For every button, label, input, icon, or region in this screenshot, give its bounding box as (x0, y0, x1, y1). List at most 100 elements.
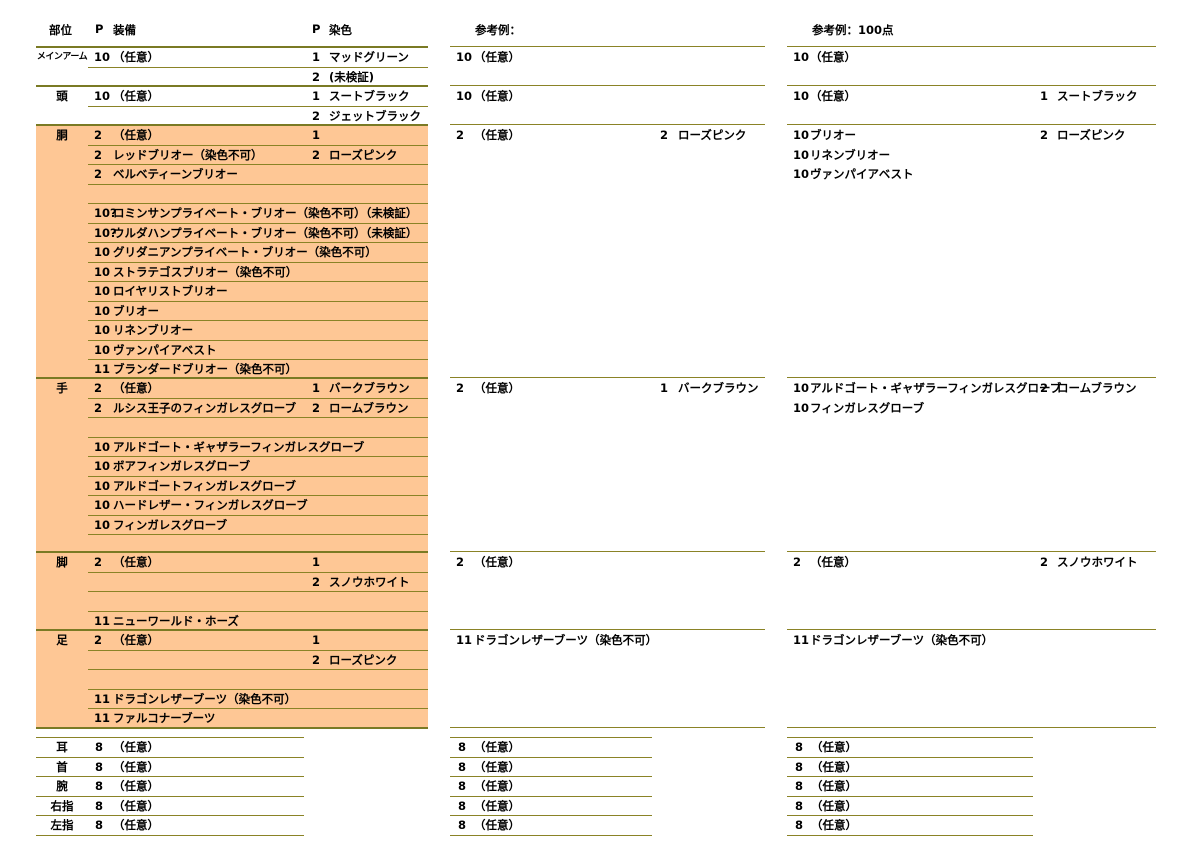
dye-name: マッドグリーン (329, 50, 409, 64)
ref2-equip: （任意） (810, 50, 856, 64)
ref2-divider (787, 46, 1156, 47)
slot-label: 足 (56, 633, 68, 647)
equip-name: （任意） (113, 128, 159, 142)
equip-name: アルドゴートフィンガレスグローブ (113, 478, 296, 493)
dye-name: スートブラック (329, 89, 410, 103)
equip-name: ニューワールド・ホーズ (113, 613, 239, 628)
ref1-dye-points: 2 (660, 128, 669, 142)
row-line (88, 66, 428, 68)
slot-label: メインアーム (36, 52, 88, 62)
equip-points: 2 (94, 633, 103, 647)
acc-points: 8 (95, 740, 104, 754)
ref1-equip: ドラゴンレザーブーツ（染色不可） (474, 633, 658, 647)
row-line (88, 571, 428, 573)
ref1-equip: （任意） (474, 50, 520, 64)
ref1-equip: （任意） (474, 89, 520, 103)
row-line (88, 261, 428, 263)
equip-points: 10 (94, 303, 111, 318)
slot-label: 脚 (56, 555, 68, 569)
equip-points: 2 (94, 128, 103, 142)
equip-name: ブリオー (113, 303, 159, 318)
ref1-dye: バークブラウン (678, 381, 759, 395)
ref1-divider (450, 551, 765, 552)
ref1-acc-equip: （任意） (474, 818, 520, 832)
ref2-points: 10 (793, 50, 810, 64)
dye-name: ロームブラウン (329, 400, 409, 415)
ref2-acc-equip: （任意） (811, 759, 857, 774)
equip-name: ストラテゴスブリオー（染色不可） (113, 264, 298, 279)
ref2-acc-points: 8 (795, 779, 804, 793)
dye-points: 2 (312, 108, 321, 123)
section-divider (36, 85, 428, 87)
ref2-acc-equip: （任意） (811, 798, 857, 813)
acc-slot-label: 耳 (56, 740, 68, 754)
ref1-acc-points: 8 (458, 740, 467, 754)
equip-name: （任意） (113, 50, 159, 64)
equip-points: 10 (94, 498, 111, 512)
section-divider (36, 124, 428, 126)
equip-points: 2 (94, 167, 103, 181)
dye-points: 1 (312, 381, 321, 395)
ref1-acc-equip: （任意） (474, 759, 520, 774)
ref1-equip: （任意） (474, 381, 520, 395)
ref1-points: 2 (456, 381, 465, 395)
ref1-equip: （任意） (474, 128, 520, 142)
equip-name: ベルベティーンブリオー (113, 167, 238, 181)
header-ref1: 参考例： (475, 23, 521, 37)
section-divider (36, 727, 428, 729)
equip-points: 10 (94, 50, 111, 64)
ref2-dye-points: 2 (1040, 381, 1049, 395)
acc-line (36, 795, 304, 797)
equip-name: ロミンサンプライベート・ブリオー（染色不可）（未検証） (113, 206, 418, 220)
equip-name: ボアフィンガレスグローブ (113, 459, 251, 473)
acc-equip: （任意） (113, 779, 159, 793)
section-divider (36, 46, 428, 48)
dye-points: 2 (312, 652, 321, 667)
ref2-dye-points: 1 (1040, 89, 1049, 103)
ref1-equip: （任意） (474, 555, 520, 569)
ref2-acc-points: 8 (795, 740, 804, 754)
ref1-dye-points: 1 (660, 381, 669, 395)
ref2-acc-points: 8 (795, 818, 804, 832)
ref2-divider (787, 629, 1156, 630)
acc-slot-label: 腕 (56, 779, 68, 793)
slot-label: 手 (56, 381, 68, 395)
ref1-dye: ローズピンク (678, 128, 747, 142)
ref2-equip: リネンブリオー (810, 147, 891, 162)
ref2-acc-line (787, 795, 1033, 797)
ref2-dye-points: 2 (1040, 128, 1049, 142)
ref2-divider (787, 124, 1156, 125)
equip-name: グリダニアンプライベート・ブリオー（染色不可） (113, 245, 377, 259)
ref2-dye: スートブラック (1057, 89, 1138, 103)
ref2-dye: スノウホワイト (1057, 555, 1138, 569)
acc-slot-label: 左指 (50, 818, 74, 832)
acc-points: 8 (95, 798, 104, 813)
row-line (88, 144, 428, 146)
ref1-points: 2 (456, 555, 465, 569)
acc-line (36, 737, 304, 738)
row-line (88, 359, 428, 360)
ref1-acc-line (450, 737, 652, 738)
dye-points: 2 (312, 400, 321, 415)
equip-name: リネンブリオー (113, 323, 194, 337)
ref2-acc-points: 8 (795, 759, 804, 774)
ref2-acc-line (787, 776, 1033, 777)
ref2-points: 10 (793, 147, 810, 162)
equip-points: 10 (94, 264, 111, 279)
ref2-points: 10 (793, 167, 810, 181)
header-ref2: 参考例：100点 (812, 23, 894, 37)
ref1-acc-equip: （任意） (474, 779, 520, 793)
ref1-acc-line (450, 815, 652, 816)
equip-name: ルシス王子のフィンガレスグローブ (113, 400, 297, 415)
equip-name: ヴァンパイアベスト (113, 342, 217, 357)
dye-points: 1 (312, 50, 321, 64)
equip-points: 10 (94, 459, 111, 473)
dye-points: 1 (312, 128, 321, 142)
row-line (88, 281, 428, 282)
equip-points: 10 (94, 323, 111, 337)
dye-points: 1 (312, 633, 321, 647)
equip-name: ハードレザー・フィンガレスグローブ (113, 498, 308, 512)
equip-name: ドラゴンレザーブーツ（染色不可） (113, 691, 297, 706)
ref1-acc-points: 8 (458, 798, 467, 813)
row-line (88, 164, 428, 165)
